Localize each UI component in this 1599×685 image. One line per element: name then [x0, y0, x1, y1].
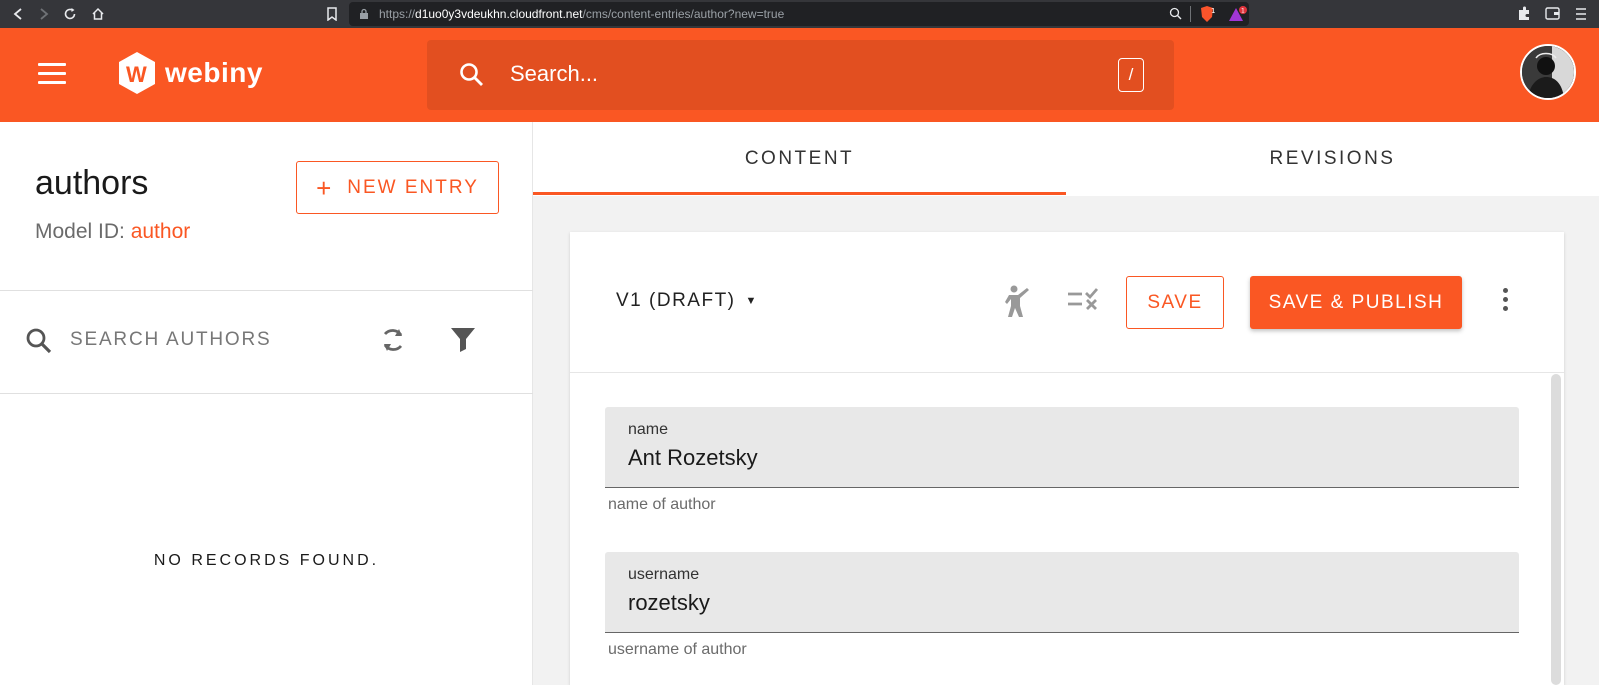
editor-tabs: CONTENT REVISIONS	[533, 122, 1599, 196]
wallet-icon[interactable]	[1545, 7, 1560, 25]
username-input[interactable]	[628, 588, 1488, 618]
refresh-icon[interactable]	[378, 325, 408, 355]
svg-text:1: 1	[1241, 8, 1245, 15]
caret-down-icon: ▼	[745, 295, 758, 307]
name-field-label: name	[628, 421, 669, 438]
filter-icon[interactable]	[449, 325, 477, 353]
name-field[interactable]: name	[605, 407, 1519, 488]
url-text: https://d1uo0y3vdeukhn.cloudfront.net/cm…	[379, 7, 785, 21]
brave-shields-icon[interactable]: 1	[1198, 5, 1216, 23]
svg-text:W: W	[126, 62, 147, 87]
plus-icon: +	[316, 172, 334, 203]
save-button[interactable]: SAVE	[1126, 276, 1224, 329]
revision-selector[interactable]: V1 (DRAFT) ▼	[616, 290, 758, 312]
tab-revisions[interactable]: REVISIONS	[1066, 122, 1599, 196]
save-and-publish-button[interactable]: SAVE & PUBLISH	[1250, 276, 1462, 329]
bookmark-icon[interactable]	[322, 4, 342, 24]
global-search[interactable]: Search... /	[427, 40, 1174, 110]
checklist-icon[interactable]	[1066, 284, 1100, 314]
separator	[1190, 6, 1191, 22]
search-placeholder: Search...	[510, 61, 599, 86]
search-icon	[26, 328, 52, 354]
hamburger-menu-icon[interactable]	[38, 63, 66, 85]
browser-menu-icon[interactable]	[1575, 7, 1587, 26]
name-input[interactable]	[628, 443, 1488, 473]
app-header: W webiny Search... /	[0, 28, 1599, 122]
active-tab-indicator	[533, 192, 1066, 195]
browser-toolbar: https://d1uo0y3vdeukhn.cloudfront.net/cm…	[0, 0, 1599, 28]
model-id-value: author	[130, 220, 191, 243]
username-field-help: username of author	[608, 641, 747, 658]
revision-label: V1 (DRAFT)	[616, 290, 736, 311]
model-title: authors	[35, 164, 149, 202]
accessibility-icon[interactable]	[1002, 284, 1032, 320]
username-field-label: username	[628, 566, 700, 583]
username-field[interactable]: username	[605, 552, 1519, 633]
new-entry-label: NEW ENTRY	[347, 176, 479, 198]
entry-toolbar: V1 (DRAFT) ▼ SAVE SAVE & PUBLISH	[570, 232, 1564, 373]
empty-state-message: NO RECORDS FOUND.	[153, 552, 380, 569]
scrollbar[interactable]	[1551, 374, 1561, 685]
new-entry-button[interactable]: + NEW ENTRY	[296, 161, 499, 214]
back-icon[interactable]	[8, 4, 28, 24]
search-authors-input[interactable]	[70, 325, 350, 355]
reload-icon[interactable]	[60, 4, 80, 24]
user-avatar[interactable]	[1520, 44, 1576, 100]
search-shortcut-key: /	[1118, 58, 1144, 92]
webiny-logo-icon: W	[119, 52, 155, 94]
name-field-help: name of author	[608, 496, 716, 513]
divider	[0, 290, 533, 291]
lock-icon	[360, 8, 368, 19]
address-bar[interactable]: https://d1uo0y3vdeukhn.cloudfront.net/cm…	[349, 2, 1249, 26]
extensions-icon[interactable]	[1517, 6, 1532, 26]
entry-form-card: V1 (DRAFT) ▼ SAVE SAVE & PUBLISH name na…	[570, 232, 1564, 685]
logo-text: webiny	[165, 57, 263, 88]
brave-rewards-icon[interactable]: 1	[1228, 5, 1248, 23]
divider	[0, 393, 533, 394]
entry-editor-panel: CONTENT REVISIONS V1 (DRAFT) ▼ SAVE SAVE…	[533, 122, 1599, 685]
entries-list-panel: authors Model ID: author + NEW ENTRY NO …	[0, 122, 533, 685]
zoom-icon[interactable]	[1169, 7, 1182, 20]
home-icon[interactable]	[88, 4, 108, 24]
model-id: Model ID: author	[35, 220, 191, 243]
webiny-logo[interactable]: W webiny	[117, 50, 263, 96]
more-options-icon[interactable]	[1500, 288, 1510, 318]
tab-content[interactable]: CONTENT	[533, 122, 1066, 196]
svg-text:1: 1	[1211, 7, 1215, 15]
search-icon	[460, 63, 483, 86]
forward-icon[interactable]	[34, 4, 54, 24]
